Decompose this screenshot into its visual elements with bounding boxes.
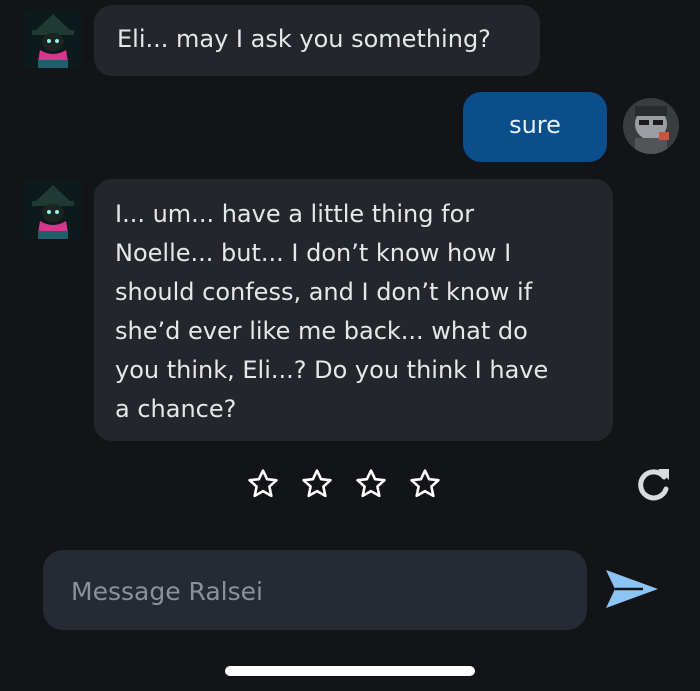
user-message: sure [463, 92, 607, 162]
rating-stars [246, 467, 442, 501]
star-outline-icon[interactable] [408, 467, 442, 501]
star-outline-icon[interactable] [354, 467, 388, 501]
star-outline-icon[interactable] [300, 467, 334, 501]
user-avatar[interactable] [623, 98, 679, 154]
send-icon[interactable] [603, 567, 661, 611]
message-composer [43, 550, 587, 632]
bot-message: I... um... have a little thing for Noell… [94, 179, 613, 441]
star-outline-icon[interactable] [246, 467, 280, 501]
message-input[interactable] [69, 550, 565, 632]
bot-message: Eli... may I ask you something? [94, 5, 540, 76]
home-indicator[interactable] [225, 666, 475, 676]
refresh-icon[interactable] [631, 463, 675, 507]
bot-avatar[interactable] [24, 181, 82, 239]
bot-avatar[interactable] [24, 10, 82, 68]
